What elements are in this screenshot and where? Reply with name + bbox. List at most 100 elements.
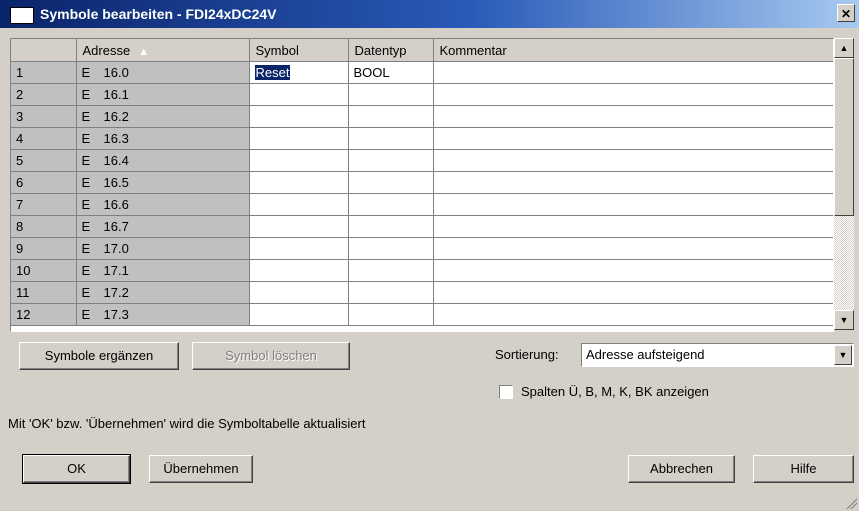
address-cell[interactable]: E 16.6	[76, 193, 250, 216]
column-header-address-label: Adresse	[82, 42, 131, 58]
comment-cell[interactable]	[433, 105, 833, 128]
datatype-cell[interactable]	[348, 303, 434, 326]
symbol-cell[interactable]	[249, 105, 349, 128]
comment-cell[interactable]	[433, 281, 833, 304]
chevron-down-icon[interactable]: ▼	[834, 345, 852, 365]
address-value: 16.5	[103, 175, 129, 190]
scroll-up-button[interactable]: ▲	[834, 38, 854, 58]
column-header-address[interactable]: Adresse ▲	[76, 39, 250, 62]
table-vertical-scrollbar[interactable]: ▲ ▼	[834, 38, 854, 330]
symbol-cell[interactable]	[249, 303, 349, 326]
symbol-cell[interactable]	[249, 259, 349, 282]
symbol-cell[interactable]	[249, 127, 349, 150]
address-value: 16.1	[103, 87, 129, 102]
address-cell[interactable]: E 16.3	[76, 127, 250, 150]
address-cell[interactable]: E 16.5	[76, 171, 250, 194]
operand-id: E	[81, 109, 91, 124]
comment-cell[interactable]	[433, 193, 833, 216]
apply-button[interactable]: Übernehmen	[149, 455, 253, 483]
comment-cell[interactable]	[433, 215, 833, 238]
help-button[interactable]: Hilfe	[753, 455, 854, 483]
column-header-comment[interactable]: Kommentar	[433, 39, 833, 62]
column-header-datatype[interactable]: Datentyp	[348, 39, 434, 62]
table-row[interactable]: 12 E 17.3	[11, 303, 833, 326]
symbol-cell[interactable]	[249, 281, 349, 304]
add-symbols-button[interactable]: Symbole ergänzen	[19, 342, 179, 370]
ok-button[interactable]: OK	[22, 454, 131, 484]
symbol-cell[interactable]	[249, 149, 349, 172]
address-cell[interactable]: E 17.2	[76, 281, 250, 304]
symbol-cell[interactable]	[249, 171, 349, 194]
datatype-cell[interactable]	[348, 259, 434, 282]
datatype-cell[interactable]	[348, 193, 434, 216]
table-row[interactable]: 8 E 16.7	[11, 215, 833, 238]
row-number-cell[interactable]: 1	[11, 61, 77, 84]
table-row[interactable]: 10 E 17.1	[11, 259, 833, 282]
address-cell[interactable]: E 16.2	[76, 105, 250, 128]
symbol-cell[interactable]	[249, 237, 349, 260]
table-row[interactable]: 2 E 16.1	[11, 83, 833, 106]
row-number-cell[interactable]: 5	[11, 149, 77, 172]
datatype-cell[interactable]	[348, 215, 434, 238]
row-number-cell[interactable]: 8	[11, 215, 77, 238]
table-row[interactable]: 3 E 16.2	[11, 105, 833, 128]
datatype-cell[interactable]	[348, 127, 434, 150]
sorting-select[interactable]: Adresse aufsteigend ▼	[581, 343, 854, 367]
comment-cell[interactable]	[433, 61, 833, 84]
table-row[interactable]: 6 E 16.5	[11, 171, 833, 194]
symbol-cell[interactable]: Reset	[249, 61, 349, 84]
table-row[interactable]: 7 E 16.6	[11, 193, 833, 216]
close-button[interactable]: ✕	[837, 4, 855, 22]
datatype-cell[interactable]	[348, 237, 434, 260]
datatype-cell[interactable]	[348, 105, 434, 128]
symbol-cell[interactable]	[249, 83, 349, 106]
resize-grip-icon[interactable]	[845, 497, 857, 509]
comment-cell[interactable]	[433, 149, 833, 172]
row-number-cell[interactable]: 9	[11, 237, 77, 260]
comment-cell[interactable]	[433, 127, 833, 150]
datatype-cell[interactable]	[348, 149, 434, 172]
row-number: 3	[16, 109, 24, 124]
row-number-cell[interactable]: 10	[11, 259, 77, 282]
row-number-cell[interactable]: 4	[11, 127, 77, 150]
address-cell[interactable]: E 17.1	[76, 259, 250, 282]
address-cell[interactable]: E 17.0	[76, 237, 250, 260]
row-number-cell[interactable]: 7	[11, 193, 77, 216]
column-header-symbol[interactable]: Symbol	[249, 39, 349, 62]
symbol-cell[interactable]	[249, 215, 349, 238]
address-cell[interactable]: E 16.7	[76, 215, 250, 238]
comment-cell[interactable]	[433, 171, 833, 194]
table-row[interactable]: 4 E 16.3	[11, 127, 833, 150]
show-columns-label[interactable]: Spalten Ü, B, M, K, BK anzeigen	[521, 384, 709, 399]
table-row[interactable]: 1 E 16.0 Reset BOOL	[11, 61, 833, 84]
datatype-cell[interactable]	[348, 171, 434, 194]
address-cell[interactable]: E 17.3	[76, 303, 250, 326]
symbol-cell[interactable]	[249, 193, 349, 216]
address-cell[interactable]: E 16.4	[76, 149, 250, 172]
address-cell[interactable]: E 16.0	[76, 61, 250, 84]
row-number-cell[interactable]: 12	[11, 303, 77, 326]
address-cell[interactable]: E 16.1	[76, 83, 250, 106]
operand-id: E	[81, 285, 91, 300]
row-number-cell[interactable]: 2	[11, 83, 77, 106]
show-columns-checkbox[interactable]	[499, 385, 513, 399]
datatype-cell[interactable]: BOOL	[348, 61, 434, 84]
datatype-cell[interactable]	[348, 281, 434, 304]
address-value: 17.1	[103, 263, 129, 278]
table-row[interactable]: 5 E 16.4	[11, 149, 833, 172]
comment-cell[interactable]	[433, 83, 833, 106]
row-number-cell[interactable]: 6	[11, 171, 77, 194]
scroll-down-button[interactable]: ▼	[834, 310, 854, 330]
table-row[interactable]: 9 E 17.0	[11, 237, 833, 260]
row-number-cell[interactable]: 3	[11, 105, 77, 128]
row-number: 10	[16, 263, 31, 278]
datatype-cell[interactable]	[348, 83, 434, 106]
comment-cell[interactable]	[433, 303, 833, 326]
delete-symbol-button[interactable]: Symbol löschen	[192, 342, 350, 370]
row-number-cell[interactable]: 11	[11, 281, 77, 304]
table-row[interactable]: 11 E 17.2	[11, 281, 833, 304]
cancel-button[interactable]: Abbrechen	[628, 455, 735, 483]
comment-cell[interactable]	[433, 237, 833, 260]
scrollbar-thumb[interactable]	[834, 58, 854, 216]
comment-cell[interactable]	[433, 259, 833, 282]
